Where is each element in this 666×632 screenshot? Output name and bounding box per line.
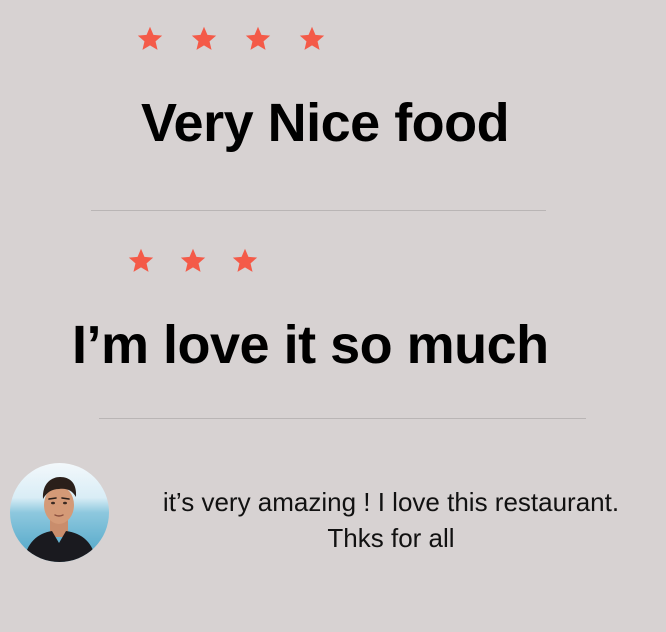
star-icon — [189, 24, 219, 54]
star-icon — [230, 246, 260, 276]
review-1-headline: Very Nice food — [141, 93, 510, 153]
star-icon — [297, 24, 327, 54]
star-icon — [135, 24, 165, 54]
star-icon — [126, 246, 156, 276]
comment-line-1: it’s very amazing ! I love this restaura… — [162, 487, 620, 517]
comment-line-2: Thks for all — [327, 523, 455, 553]
review-2-rating-stars — [126, 246, 260, 276]
review-comment: it’s very amazing ! I love this restaura… — [126, 484, 656, 556]
review-1-rating-stars — [135, 24, 327, 54]
avatar — [10, 463, 109, 562]
divider — [91, 210, 546, 211]
star-icon — [178, 246, 208, 276]
divider — [99, 418, 586, 419]
star-icon — [243, 24, 273, 54]
review-2-headline: I’m love it so much — [72, 315, 549, 375]
user-avatar-photo-icon — [10, 463, 109, 562]
